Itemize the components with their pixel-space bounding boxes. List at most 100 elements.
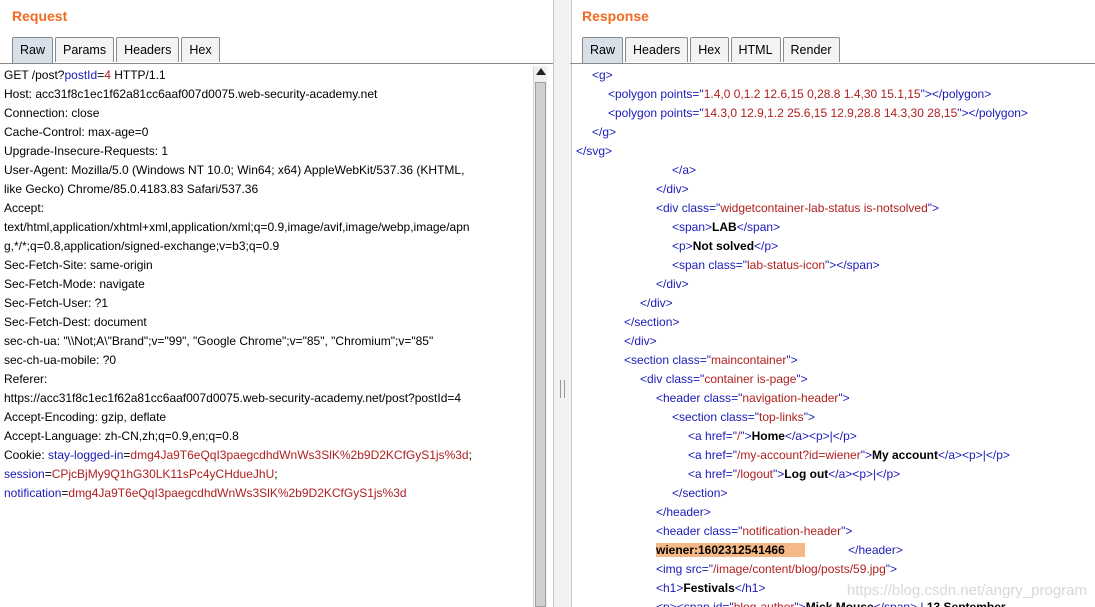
response-line: <polygon points="14.3,0 12.9,1.2 25.6,15… (570, 104, 1095, 123)
response-line: <p><span id="blog-author">Mick Mouse</sp… (570, 598, 1095, 607)
line-text: sec-ch-ua: "\\Not;A\"Brand";v="99", "Goo… (4, 334, 434, 348)
request-line: Upgrade-Insecure-Requests: 1 (4, 142, 535, 161)
splitter-grip-icon[interactable] (560, 380, 565, 398)
request-line: sec-ch-ua-mobile: ?0 (4, 351, 535, 370)
attribute-name: id (713, 600, 723, 607)
request-line: Sec-Fetch-User: ?1 (4, 294, 535, 313)
markup-token: "> (794, 600, 806, 607)
line-text: Sec-Fetch-Mode: navigate (4, 277, 145, 291)
markup-token: </div> (656, 182, 689, 196)
scroll-thumb[interactable] (535, 82, 546, 607)
request-line: Cookie: stay-logged-in=dmg4Ja9T6eQqI3pae… (4, 446, 535, 465)
markup-token: </section> (672, 486, 728, 500)
request-line: session=CPjcBjMy9Q1hG30LK11sPc4yCHdueJhU… (4, 465, 535, 484)
markup-token: <polygon (608, 87, 661, 101)
request-line: Sec-Fetch-Dest: document (4, 313, 535, 332)
response-line: <polygon points="1.4,0 0,1.2 12.6,15 0,2… (570, 85, 1095, 104)
request-tab-raw[interactable]: Raw (12, 37, 54, 64)
attribute-name: class (672, 353, 700, 367)
response-line: <img src="/image/content/blog/posts/59.j… (570, 560, 1095, 579)
request-editor[interactable]: GET /post?postId=4 HTTP/1.1 Host: acc31f8… (4, 66, 535, 607)
markup-token: <a (688, 448, 706, 462)
response-tab-render[interactable]: Render (782, 37, 840, 62)
attribute-name: src (685, 562, 702, 576)
response-line: wiener:1602312541466 </header> (570, 541, 1095, 560)
markup-token: </header> (656, 505, 711, 519)
response-line: </div> (570, 332, 1095, 351)
scroll-up-arrow-icon[interactable] (536, 68, 546, 75)
line-text: text/html,application/xhtml+xml,applicat… (4, 220, 470, 234)
markup-token: </div> (640, 296, 673, 310)
line-text: Sec-Fetch-User: ?1 (4, 296, 109, 310)
request-line: https://acc31f8c1ec1f62a81cc6aaf007d0075… (4, 389, 535, 408)
markup-token: <p> (672, 239, 693, 253)
markup-token: </a><p>|</p> (938, 448, 1010, 462)
request-tab-hex[interactable]: Hex (181, 37, 220, 62)
markup-token: "> (838, 391, 850, 405)
markup-token: </g> (592, 125, 617, 139)
request-line: Sec-Fetch-Site: same-origin (4, 256, 535, 275)
markup-token: <a (688, 467, 706, 481)
line-text: Cache-Control: max-age=0 (4, 125, 149, 139)
text-content: Festivals (683, 581, 735, 595)
markup-token: <polygon (608, 106, 661, 120)
markup-token: =" (731, 391, 743, 405)
response-tab-headers[interactable]: Headers (625, 37, 689, 62)
markup-token: </span> | (873, 600, 927, 607)
response-tab-html[interactable]: HTML (730, 37, 781, 62)
attribute-name: class (665, 372, 694, 386)
request-tabs-divider (0, 63, 553, 64)
markup-token: </svg> (576, 144, 613, 158)
markup-token: "></polygon> (957, 106, 1028, 120)
markup-token: <a (688, 429, 706, 443)
response-tab-hex[interactable]: Hex (690, 37, 729, 62)
response-line: <a href="/logout">Log out</a><p>|</p> (570, 465, 1095, 484)
markup-token: </header> (804, 543, 903, 557)
request-scrollbar[interactable] (533, 66, 547, 607)
watermark: https://blog.csdn.net/angry_program (846, 582, 1087, 599)
param-name: notification (4, 486, 62, 500)
response-line: </g> (570, 123, 1095, 142)
attribute-value: lab-status-icon (747, 258, 826, 272)
response-line: <span>LAB</span> (570, 218, 1095, 237)
attribute-value: /logout (736, 467, 774, 481)
request-line: Accept-Encoding: gzip, deflate (4, 408, 535, 427)
markup-token: <g> (592, 68, 613, 82)
line-text: Accept: (4, 201, 45, 215)
markup-token: <h1> (656, 581, 684, 595)
line-text: GET /post? (4, 68, 65, 82)
param-value: 4 (104, 68, 111, 82)
response-tab-raw[interactable]: Raw (582, 37, 624, 64)
response-editor[interactable]: <g> <polygon points="1.4,0 0,1.2 12.6,15 … (570, 66, 1095, 607)
markup-token: <section (672, 410, 721, 424)
attribute-value: 1.4,0 0,1.2 12.6,15 0,28.8 1.4,30 15.1,1… (703, 87, 921, 101)
request-line: Connection: close (4, 104, 535, 123)
markup-token: "> (796, 372, 808, 386)
response-line: <header class="notification-header"> (570, 522, 1095, 541)
attribute-name: href (705, 429, 726, 443)
markup-token: <span (672, 258, 709, 272)
response-tabs-divider (570, 63, 1095, 64)
markup-token: =" (722, 600, 734, 607)
response-tabs: Raw Headers Hex HTML Render (582, 37, 842, 64)
line-text: g,*/*;q=0.8,application/signed-exchange;… (4, 239, 280, 253)
response-line: <g> (570, 66, 1095, 85)
response-line: </div> (570, 180, 1095, 199)
request-tab-headers[interactable]: Headers (116, 37, 180, 62)
request-line: GET /post?postId=4 HTTP/1.1 (4, 66, 535, 85)
attribute-name: class (703, 524, 732, 538)
markup-token: <div (656, 201, 682, 215)
markup-token: <section (624, 353, 673, 367)
request-tab-params[interactable]: Params (55, 37, 115, 62)
line-text: Host: acc31f8c1ec1f62a81cc6aaf007d0075.w… (4, 87, 378, 101)
response-line: <section class="top-links"> (570, 408, 1095, 427)
markup-token: "> (885, 562, 898, 576)
request-line: like Gecko) Chrome/85.0.4183.83 Safari/5… (4, 180, 535, 199)
response-title: Response (582, 8, 649, 24)
request-line: Cache-Control: max-age=0 (4, 123, 535, 142)
attribute-value: navigation-header (742, 391, 839, 405)
attribute-value: notification-header (742, 524, 842, 538)
markup-token: "> (740, 429, 752, 443)
response-line: </section> (570, 313, 1095, 332)
markup-token: </div> (624, 334, 657, 348)
